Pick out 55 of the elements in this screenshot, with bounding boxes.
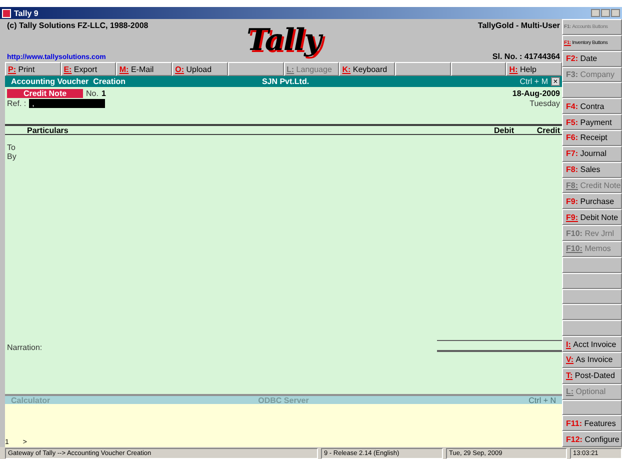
voucher-number: 1 [101,89,106,98]
app-icon [2,8,11,18]
number-label: No. [86,89,98,98]
side-button[interactable]: F6: Receipt [562,130,622,146]
side-button[interactable]: F8: Sales [562,162,622,178]
menu-button[interactable]: P: Print [5,62,61,76]
menu-button[interactable]: O: Upload [172,62,228,76]
menu-button[interactable]: M: E-Mail [116,62,172,76]
copyright-text: (c) Tally Solutions FZ-LLC, 1988-2008 [7,21,148,30]
side-button[interactable]: F2: Date [562,50,622,67]
entry-label: By [7,152,18,161]
menu-button[interactable]: K: Keyboard [339,62,395,76]
logo: Tally [246,22,321,60]
maximize-button[interactable] [601,9,610,17]
company-name: SJN Pvt.Ltd. [262,77,310,86]
server-label: ODBC Server [258,396,309,405]
column-heading: Credit [536,126,560,134]
side-button[interactable]: F5: Payment [562,114,622,130]
empty-button-slot [562,320,622,336]
voucher-day: Tuesday [530,99,560,108]
empty-button-slot [562,272,622,289]
side-button[interactable]: F11: Features [562,415,622,432]
menu-button[interactable]: E: Export [60,62,116,76]
window-title: Tally 9 [14,8,38,18]
calculator-title: Calculator [11,396,52,405]
ref-field[interactable]: , [29,99,106,108]
empty-button-slot [562,304,622,320]
side-button[interactable]: V: As Invoice [562,352,622,368]
side-button[interactable]: F7: Journal [562,146,622,162]
voucher-title: Accounting Voucher Creation [11,77,127,86]
voucher-date: 18-Aug-2009 [512,89,560,98]
column-heading: Debit [493,126,514,134]
side-button[interactable]: F9: Purchase [562,193,622,210]
shortcut-text: Ctrl + M [520,77,548,86]
side-button[interactable]: I: Acct Invoice [562,336,622,352]
minimize-button[interactable] [591,9,600,17]
entry-label: To [7,143,16,152]
empty-button-slot [562,256,622,273]
voucher-type: Credit Note [7,89,83,98]
empty-button-slot [562,288,622,304]
side-button[interactable]: F9: Debit Note [562,209,622,226]
empty-button-slot [562,400,622,416]
narration-label: Narration: [7,343,42,352]
empty-button-slot [562,82,622,98]
shortcut-text: Ctrl + N [528,396,556,405]
serial-number: Sl. No. : 41744364 [492,52,560,61]
side-button[interactable]: F4: Contra [562,98,622,114]
close-button[interactable]: × [551,77,560,86]
menu-button[interactable]: H: Help [506,62,562,76]
side-button[interactable]: F12: Configure [562,431,622,448]
side-button[interactable]: T: Post-Dated [562,368,622,384]
edition-text: TallyGold - Multi-User [478,21,560,30]
column-heading: Particulars [27,126,70,134]
close-button[interactable] [611,9,620,17]
ref-label: Ref. : [7,99,26,108]
